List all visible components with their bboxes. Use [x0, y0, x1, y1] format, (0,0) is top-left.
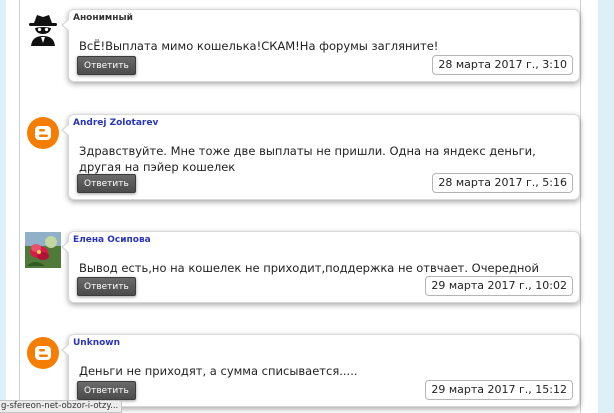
- avatar[interactable]: [24, 334, 62, 372]
- comment-author[interactable]: Unknown: [73, 338, 120, 348]
- comment-bubble: Unknown Деньги не приходят, а сумма спис…: [61, 334, 580, 407]
- comment-author: Анонимный: [73, 13, 133, 23]
- comment-date[interactable]: 29 марта 2017 г., 15:12: [425, 380, 573, 400]
- comment-date[interactable]: 28 марта 2017 г., 3:10: [432, 55, 573, 75]
- blogger-icon: [27, 117, 59, 149]
- comment-text: Здравствуйте. Мне тоже две выплаты не пр…: [79, 144, 536, 174]
- page-side-right: [598, 0, 614, 413]
- avatar[interactable]: [24, 9, 62, 47]
- comment-author[interactable]: Andrej Zolotarev: [73, 118, 158, 128]
- anonymous-spy-icon: [29, 15, 57, 46]
- flower-photo: [25, 232, 61, 268]
- reply-button[interactable]: Ответить: [77, 56, 136, 75]
- comment-text: Деньги не приходят, а сумма списывается.…: [79, 364, 358, 378]
- link-status-bar: g-sfereon-net-obzor-i-otzy...: [0, 400, 122, 413]
- comment-text: ВсЁ!Выплата мимо кошелька!СКАМ!На форумы…: [79, 39, 439, 53]
- comment-item: Елена Осипова Вывод есть,но на кошелек н…: [24, 231, 580, 303]
- page-side-left: [0, 0, 6, 413]
- comment-bubble: Елена Осипова Вывод есть,но на кошелек н…: [61, 231, 580, 303]
- reply-button[interactable]: Ответить: [77, 174, 136, 193]
- content-border-right: [580, 0, 581, 413]
- comment-item: Анонимный ВсЁ!Выплата мимо кошелька!СКАМ…: [24, 9, 580, 82]
- reply-button[interactable]: Ответить: [77, 277, 136, 296]
- comment-item: Unknown Деньги не приходят, а сумма спис…: [24, 334, 580, 407]
- blogger-icon: [27, 337, 59, 369]
- avatar[interactable]: [24, 114, 62, 152]
- comment-date[interactable]: 29 марта 2017 г., 10:02: [425, 276, 573, 296]
- comment-item: Andrej Zolotarev Здравствуйте. Мне тоже …: [24, 114, 580, 200]
- comment-author[interactable]: Елена Осипова: [73, 235, 151, 245]
- comment-bubble: Andrej Zolotarev Здравствуйте. Мне тоже …: [61, 114, 580, 200]
- reply-button[interactable]: Ответить: [77, 381, 136, 400]
- comment-bubble: Анонимный ВсЁ!Выплата мимо кошелька!СКАМ…: [61, 9, 580, 82]
- comment-date[interactable]: 28 марта 2017 г., 5:16: [432, 173, 573, 193]
- content-border-left: [19, 0, 20, 413]
- avatar[interactable]: [24, 231, 62, 269]
